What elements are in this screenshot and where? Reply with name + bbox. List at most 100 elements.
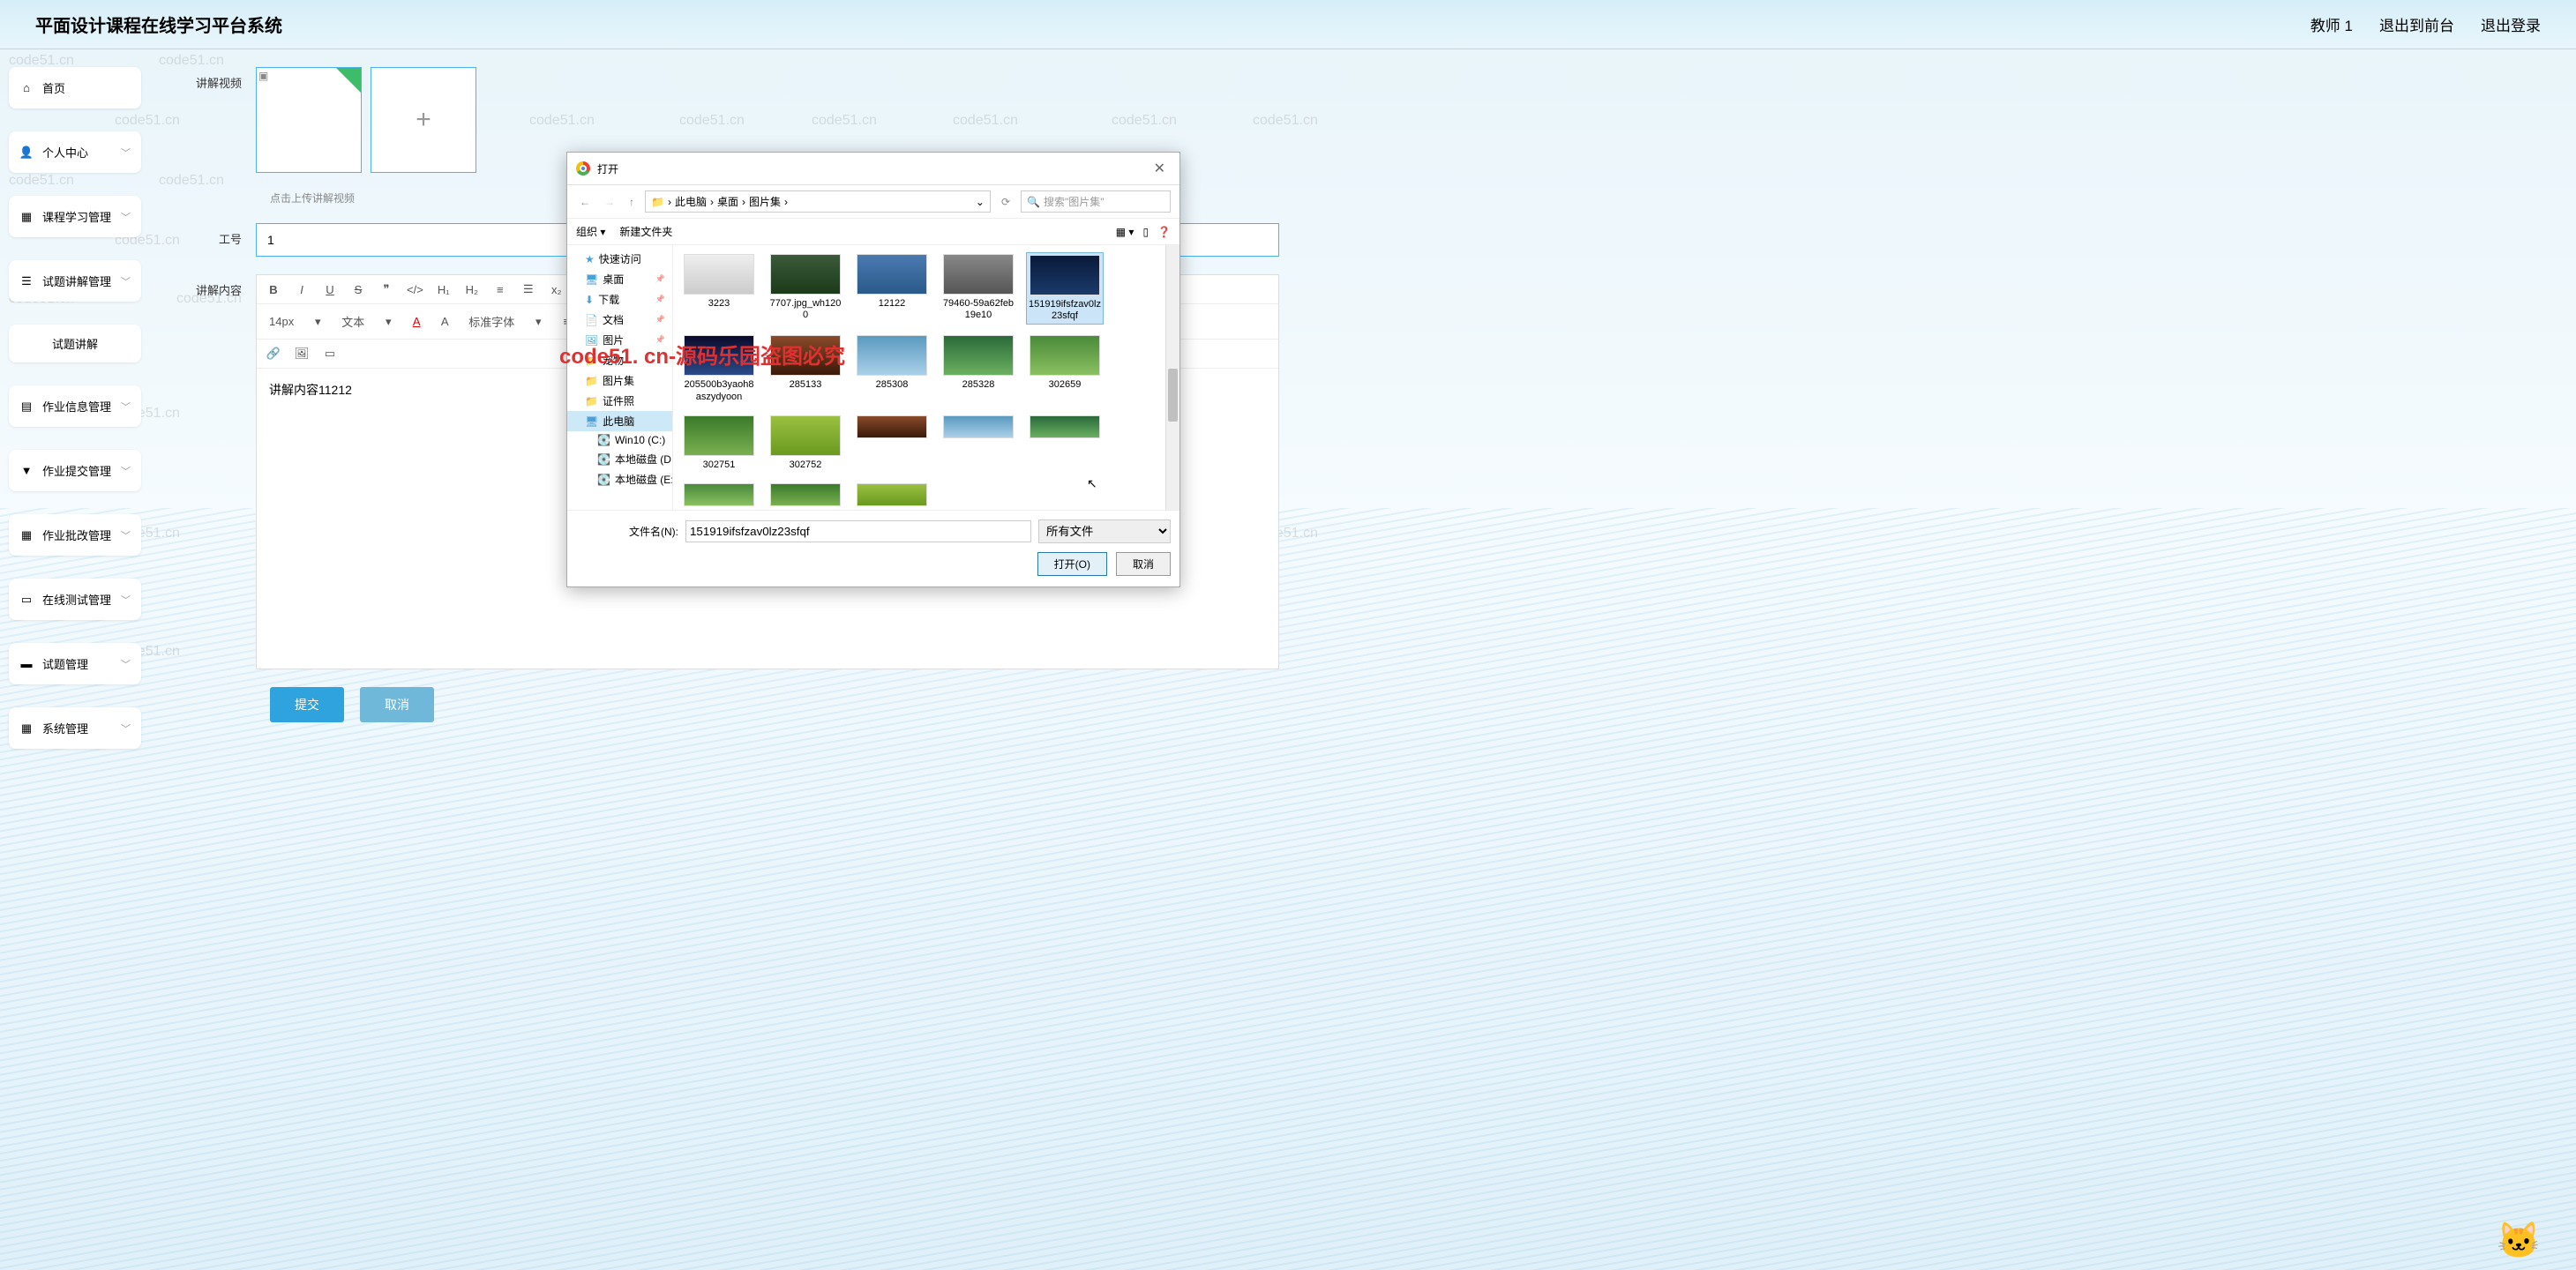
file-item[interactable]: 302751 (680, 414, 758, 473)
user-label[interactable]: 教师 1 (2310, 13, 2353, 35)
file-item[interactable]: 151919ifsfzav0lz23sfqf (1026, 252, 1104, 325)
tree-folder-idphotos[interactable]: 📁证件照 (567, 391, 672, 411)
dialog-cancel-button[interactable]: 取消 (1116, 552, 1171, 576)
scrollbar[interactable] (1165, 245, 1179, 510)
preview-button[interactable]: ▯ (1142, 226, 1149, 238)
nav-profile[interactable]: 👤个人中心﹀ (9, 131, 141, 173)
file-thumb (857, 254, 927, 295)
open-button[interactable]: 打开(O) (1037, 552, 1107, 576)
file-item[interactable]: 285328 (940, 333, 1017, 404)
file-item[interactable] (853, 414, 931, 473)
front-link[interactable]: 退出到前台 (2379, 13, 2454, 35)
submit-button[interactable]: 提交 (270, 687, 344, 722)
refresh-button[interactable]: ⟳ (998, 194, 1014, 210)
new-folder-button[interactable]: 新建文件夹 (619, 224, 672, 239)
h1-button[interactable]: H₁ (436, 283, 452, 296)
forward-button[interactable]: → (601, 194, 618, 210)
file-item[interactable] (853, 482, 931, 510)
main-content: 讲解视频 ▣ + 点击上传讲解视频 工号 讲解内容 B I U S ❞ </> … (150, 49, 2576, 1270)
tree-pictures[interactable]: 🖼图片 (567, 330, 672, 350)
file-name: 3223 (682, 298, 756, 310)
file-item[interactable] (767, 482, 844, 510)
tree-drive-e[interactable]: 💽本地磁盘 (E:) (567, 469, 672, 489)
file-item[interactable] (680, 482, 758, 510)
underline-button[interactable]: U (322, 283, 338, 296)
search-input[interactable]: 🔍搜索"图片集" (1021, 190, 1171, 213)
bgcolor-button[interactable]: A (437, 315, 453, 328)
cancel-button[interactable]: 取消 (360, 687, 434, 722)
file-name: 151919ifsfzav0lz23sfqf (1029, 299, 1101, 322)
file-item[interactable]: 302659 (1026, 333, 1104, 404)
nav-question-explain[interactable]: ☰试题讲解管理﹀ (9, 260, 141, 302)
file-item[interactable]: 302752 (767, 414, 844, 473)
file-item[interactable]: 205500b3yaoh8aszydyoon (680, 333, 758, 404)
tree-folder-pets[interactable]: 📁宠物 (567, 350, 672, 370)
quote-button[interactable]: ❞ (378, 282, 394, 296)
tree-desktop[interactable]: 🖥桌面 (567, 269, 672, 289)
scrollbar-thumb[interactable] (1168, 369, 1178, 422)
nav-homework-grade[interactable]: ▦作业批改管理﹀ (9, 514, 141, 556)
chevron-down-icon: ﹀ (121, 274, 131, 288)
tree-documents[interactable]: 📄文档 (567, 310, 672, 330)
nav-homework-submit[interactable]: ▼作业提交管理﹀ (9, 450, 141, 491)
bold-button[interactable]: B (266, 283, 281, 296)
nav-question-bank[interactable]: ▬试题管理﹀ (9, 643, 141, 684)
help-button[interactable]: ❓ (1157, 226, 1171, 238)
video-upload-add[interactable]: + (371, 67, 476, 173)
file-item[interactable]: 285133 (767, 333, 844, 404)
strike-button[interactable]: S (350, 283, 366, 296)
fontfamily-select[interactable]: 标准字体 (465, 311, 518, 332)
view-button[interactable]: ▦ ▾ (1116, 226, 1134, 238)
nav-online-test[interactable]: ▭在线测试管理﹀ (9, 579, 141, 620)
nav-course[interactable]: ▦课程学习管理﹀ (9, 196, 141, 237)
code-button[interactable]: </> (407, 283, 423, 296)
up-button[interactable]: ↑ (625, 194, 638, 210)
file-thumb (1030, 415, 1100, 438)
nav-homework-info[interactable]: ▤作业信息管理﹀ (9, 385, 141, 427)
format-select[interactable]: 文本 (338, 311, 368, 332)
tree-quick-access[interactable]: ★快速访问 (567, 249, 672, 269)
ol-button[interactable]: ≡ (492, 283, 508, 296)
ul-button[interactable]: ☰ (520, 282, 536, 296)
image-button[interactable]: 🖼 (294, 347, 310, 361)
file-thumb (943, 254, 1014, 295)
organize-menu[interactable]: 组织 ▾ (576, 224, 605, 239)
nav-home[interactable]: ⌂首页 (9, 67, 141, 108)
tree-drive-c[interactable]: 💽Win10 (C:) (567, 431, 672, 449)
folder-tree: ★快速访问 🖥桌面 ⬇下载 📄文档 🖼图片 📁宠物 📁图片集 📁证件照 🖥此电脑… (567, 245, 673, 510)
tree-this-pc[interactable]: 🖥此电脑 (567, 411, 672, 431)
filetype-select[interactable]: 所有文件 (1038, 519, 1171, 543)
nav-question-explain-sub[interactable]: 试题讲解 (9, 325, 141, 362)
italic-button[interactable]: I (294, 283, 310, 296)
mascot-icon: 🐱 (2497, 1220, 2541, 1261)
file-thumb (770, 254, 841, 295)
video-thumb-1[interactable]: ▣ (256, 67, 362, 173)
tree-drive-d[interactable]: 💽本地磁盘 (D:) (567, 449, 672, 469)
app-title: 平面设计课程在线学习平台系统 (35, 11, 2310, 37)
close-button[interactable]: ✕ (1149, 160, 1171, 177)
logout-link[interactable]: 退出登录 (2481, 13, 2541, 35)
file-item[interactable] (1026, 414, 1104, 473)
file-item[interactable]: 12122 (853, 252, 931, 325)
chevron-icon: ▾ (310, 315, 326, 329)
nav-system[interactable]: ▦系统管理﹀ (9, 707, 141, 749)
file-item[interactable] (940, 414, 1017, 473)
file-thumb (684, 483, 754, 506)
tree-downloads[interactable]: ⬇下载 (567, 289, 672, 310)
link-button[interactable]: 🔗 (266, 347, 281, 361)
breadcrumb[interactable]: 📁 ›此电脑 ›桌面 ›图片集› ⌄ (645, 190, 991, 213)
file-thumb (943, 335, 1014, 376)
tree-folder-images[interactable]: 📁图片集 (567, 370, 672, 391)
sub-button[interactable]: x₂ (549, 283, 565, 296)
color-button[interactable]: A (408, 315, 424, 328)
file-item[interactable]: 285308 (853, 333, 931, 404)
file-item[interactable]: 3223 (680, 252, 758, 325)
file-item[interactable]: 7707.jpg_wh1200 (767, 252, 844, 325)
disk-icon: 💽 (597, 474, 610, 486)
video-button[interactable]: ▭ (322, 347, 338, 361)
filename-input[interactable] (685, 520, 1031, 542)
fontsize-select[interactable]: 14px (266, 313, 297, 330)
back-button[interactable]: ← (576, 194, 594, 210)
file-item[interactable]: 79460-59a62feb19e10 (940, 252, 1017, 325)
h2-button[interactable]: H₂ (464, 283, 480, 296)
